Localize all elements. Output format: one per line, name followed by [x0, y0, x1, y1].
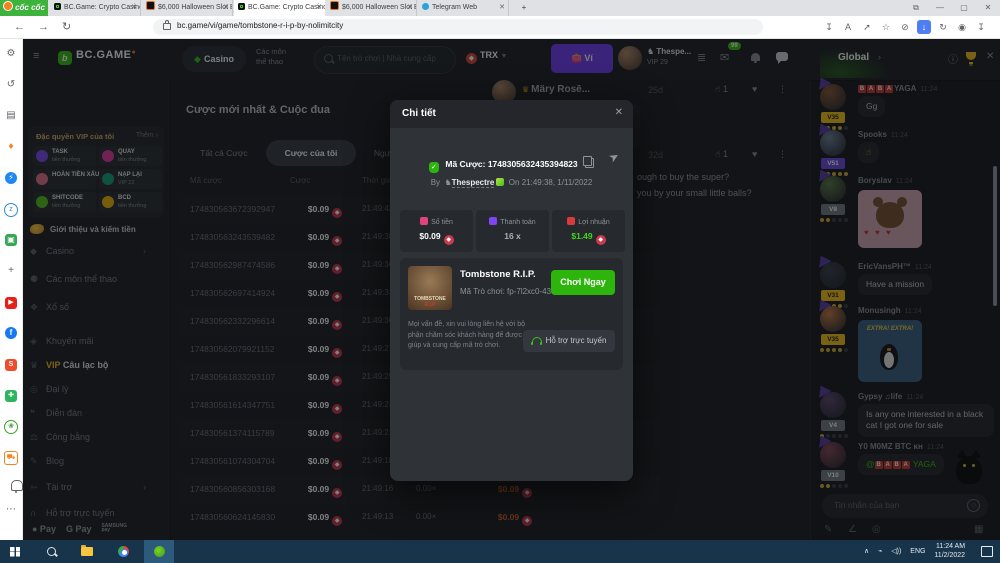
profile-icon[interactable]: ◉: [955, 20, 969, 34]
clock[interactable]: 11:24 AM11/2/2022: [934, 542, 972, 560]
telegram-favicon: [422, 3, 429, 10]
translate-icon[interactable]: A: [841, 20, 855, 34]
save-icon[interactable]: ↧: [974, 20, 988, 34]
shopee-icon[interactable]: S: [0, 358, 22, 371]
coccoc-taskbar-icon[interactable]: [144, 540, 174, 563]
stat-card-0: Số tiền$0.09◆: [400, 210, 473, 252]
tab-close-icon[interactable]: ✕: [131, 0, 137, 16]
tab-close-icon[interactable]: ✕: [407, 0, 413, 16]
share-icon[interactable]: ➚: [860, 20, 874, 34]
history-icon[interactable]: ↺: [0, 79, 22, 90]
stat-icon: [489, 217, 497, 225]
browser-tabstrip: cốc cốc BC.Game: Crypto Casino Gan✕$6,00…: [0, 0, 1000, 16]
games-icon[interactable]: ▣: [0, 234, 22, 246]
browser-tab[interactable]: $6,000 Halloween Slot Battl✕: [326, 0, 417, 16]
browser-tab[interactable]: BC.Game: Crypto Casino Gan✕: [50, 0, 141, 16]
start-button[interactable]: [0, 540, 30, 563]
modal-header: Chi tiết ✕: [390, 100, 633, 128]
zalo-icon[interactable]: z: [0, 203, 22, 217]
copy-icon[interactable]: [585, 158, 594, 168]
bcgame-favicon: [54, 3, 61, 10]
bet-datetime: 21:49:38, 1/11/2022: [522, 178, 593, 187]
bet-id-value: 1748305632435394823: [488, 159, 578, 169]
chat-scrollbar[interactable]: [993, 166, 997, 306]
game-thumbnail[interactable]: TOMBSTONE R.I.P: [408, 266, 452, 310]
tray-expand-icon[interactable]: ∧: [864, 548, 869, 555]
action-center-icon[interactable]: [981, 546, 993, 557]
browser-brand[interactable]: cốc cốc: [0, 0, 48, 16]
download-manager-icon[interactable]: ↓: [917, 20, 931, 34]
stat-icon: [567, 217, 575, 225]
plant-icon[interactable]: ❀: [0, 420, 22, 434]
stat-card-2: Lợi nhuận$1.49◆: [552, 210, 625, 252]
chrome-icon[interactable]: [108, 540, 138, 563]
browser-navbar: ← → ↻ bc.game/vi/game/tombstone-r-i-p-by…: [0, 16, 1000, 39]
download-icon[interactable]: ↧: [822, 20, 836, 34]
modal-close-icon[interactable]: ✕: [615, 107, 623, 118]
game-name: Tombstone R.I.P.: [460, 269, 536, 280]
verified-shield-icon: ✓: [429, 162, 439, 173]
pip-icon[interactable]: ⧉: [904, 0, 928, 16]
sync-icon[interactable]: ↻: [936, 20, 950, 34]
cart-icon[interactable]: ⛟: [0, 451, 22, 465]
network-icon[interactable]: ⌁: [878, 548, 882, 555]
tab-close-icon[interactable]: ✕: [223, 0, 229, 16]
add-icon[interactable]: +: [0, 265, 22, 276]
bet-by-row: By ♞Thespectre On 21:49:38, 1/11/2022: [390, 178, 633, 187]
pumpkin-favicon: [146, 1, 155, 10]
file-explorer-icon[interactable]: [72, 540, 102, 563]
messenger-icon[interactable]: ⚡: [0, 172, 22, 184]
youtube-icon[interactable]: ▶: [0, 296, 22, 309]
volume-icon[interactable]: ◁)): [891, 548, 901, 555]
minimize-button[interactable]: —: [928, 0, 952, 16]
more-icon[interactable]: ⋯: [0, 504, 22, 515]
stat-card-1: Thanh toán16 x: [476, 210, 549, 252]
new-tab-button[interactable]: +: [512, 0, 536, 16]
medal-icon: [496, 178, 504, 186]
tab-close-icon[interactable]: ✕: [316, 0, 322, 16]
bettor-name[interactable]: Thespectre: [452, 178, 495, 188]
taskbar-search[interactable]: [36, 540, 66, 563]
tab-close-icon[interactable]: ✕: [499, 0, 505, 16]
store-icon[interactable]: ✚: [0, 389, 22, 402]
system-tray: ∧ ⌁ ◁)) ENG 11:24 AM11/2/2022: [864, 540, 1000, 563]
play-now-button[interactable]: Chơi Ngay: [551, 270, 615, 295]
bet-details-modal: Chi tiết ✕ ➤ ✓ Mã Cược: 1748305632435394…: [390, 100, 633, 481]
browser-tab[interactable]: $6,000 Halloween Slot Battl✕: [142, 0, 233, 16]
hotdeals-icon[interactable]: ♦: [0, 141, 22, 152]
language-indicator[interactable]: ENG: [910, 548, 925, 555]
forward-button[interactable]: →: [38, 19, 49, 35]
browser-tab[interactable]: BC.Game: Crypto Casino Gan✕: [234, 0, 325, 16]
headset-icon: [532, 337, 542, 343]
back-button[interactable]: ←: [14, 19, 25, 35]
windows-taskbar: ∧ ⌁ ◁)) ENG 11:24 AM11/2/2022: [0, 540, 1000, 563]
trx-coin-icon: ◆: [444, 235, 454, 245]
screen: ≡ bBC.GAME● Đặc quyền VIP của tôi Thêm ›…: [0, 0, 1000, 563]
maximize-button[interactable]: ▢: [952, 0, 976, 16]
support-note: Mọi vấn đề, xin vui lòng liên hệ với bộ …: [408, 320, 534, 352]
url-text: bc.game/vi/game/tombstone-r-i-p-by-nolim…: [177, 21, 343, 30]
settings-icon[interactable]: ⚙: [0, 48, 22, 59]
coccoc-logo-icon: [3, 1, 13, 11]
reload-button[interactable]: ↻: [62, 19, 71, 35]
close-button[interactable]: ✕: [976, 0, 1000, 16]
address-bar[interactable]: bc.game/vi/game/tombstone-r-i-p-by-nolim…: [153, 19, 763, 35]
game-card: TOMBSTONE R.I.P Tombstone R.I.P. Mã Trò …: [400, 258, 623, 370]
modal-title: Chi tiết: [402, 108, 436, 119]
bookmark-icon[interactable]: ☆: [879, 20, 893, 34]
browser-tab[interactable]: Telegram Web✕: [418, 0, 509, 16]
lock-icon: [163, 23, 171, 30]
adblock-icon[interactable]: ⊘: [898, 20, 912, 34]
feed-icon[interactable]: ▤: [0, 110, 22, 121]
live-support-button[interactable]: Hỗ trợ trực tuyến: [523, 330, 615, 352]
bet-id-row: ✓ Mã Cược: 1748305632435394823: [390, 158, 633, 173]
pumpkin-favicon: [330, 1, 339, 10]
thumb-subtitle: R.I.P: [408, 302, 452, 308]
stat-icon: [420, 217, 428, 225]
facebook-icon[interactable]: f: [0, 327, 22, 339]
trx-coin-icon: ◆: [596, 235, 606, 245]
bcgame-favicon: [238, 3, 245, 10]
